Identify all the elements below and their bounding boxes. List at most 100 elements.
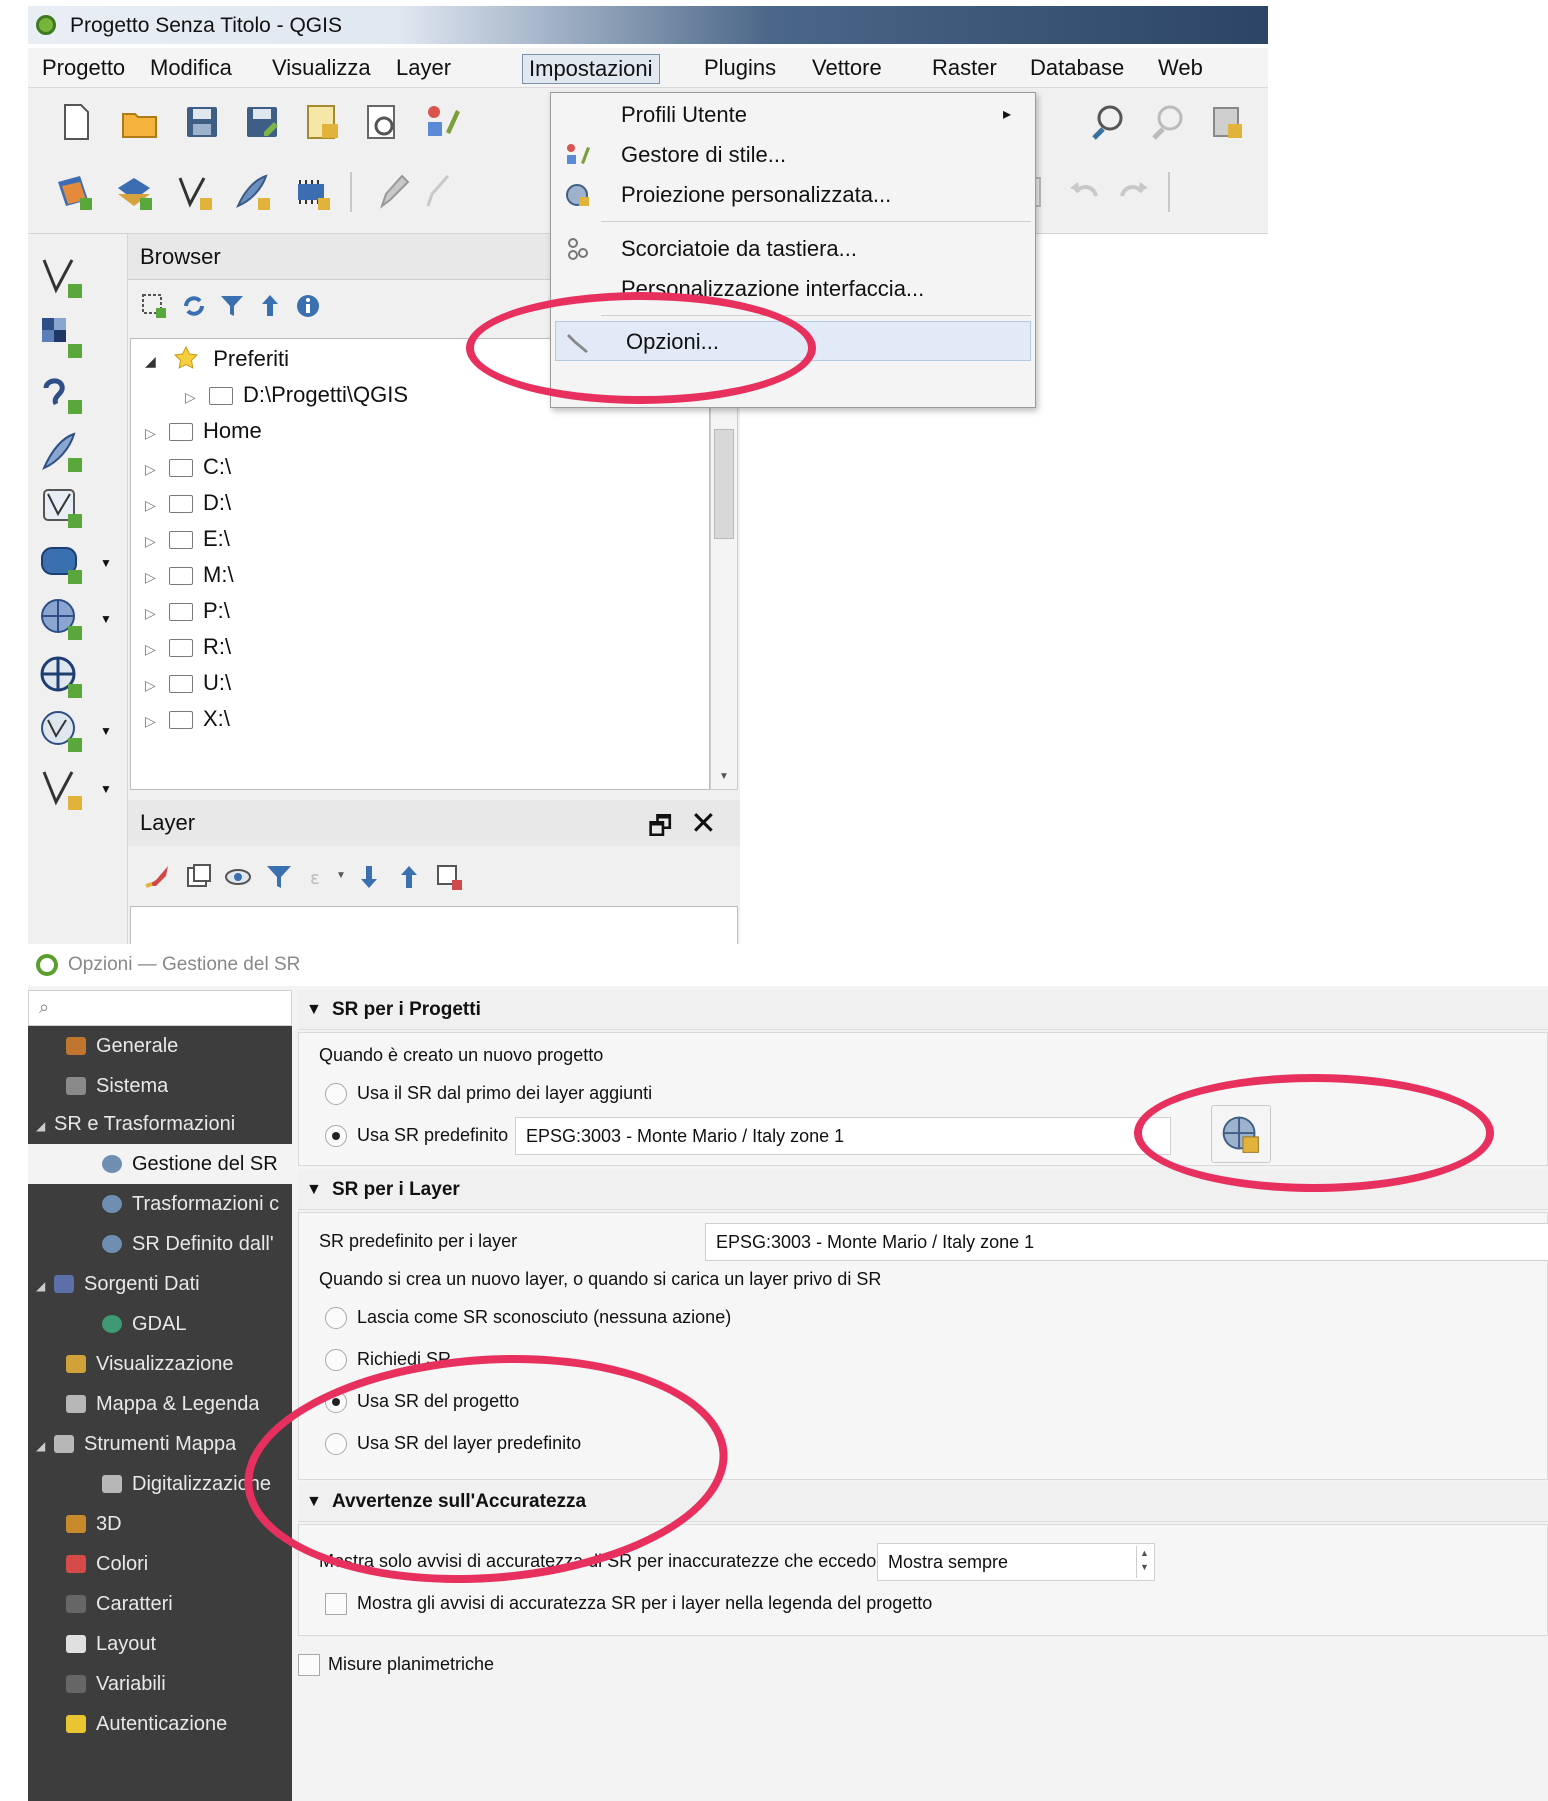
add-delimited-text-icon[interactable] — [232, 172, 272, 212]
menu-progetto[interactable]: Progetto — [36, 54, 131, 84]
close-panel-icon[interactable]: ✕ — [690, 804, 717, 842]
add-spatialite-layer-icon[interactable] — [38, 484, 84, 530]
tree-item-drive[interactable]: ▷ U:\ — [145, 665, 231, 701]
tree-item-favorite-path[interactable]: ▷ D:\Progetti\QGIS — [185, 377, 408, 413]
expanded-arrow-icon[interactable]: ◢ — [36, 1106, 54, 1144]
radio-leave-unknown[interactable] — [325, 1307, 347, 1329]
new-print-layout-icon[interactable] — [302, 102, 342, 142]
layer-tree[interactable] — [130, 906, 738, 946]
sidebar-item-authentication[interactable]: Autenticazione — [66, 1704, 227, 1744]
collapsed-arrow-icon[interactable]: ▷ — [145, 415, 161, 451]
radio-label[interactable]: Usa SR del progetto — [357, 1387, 519, 1415]
project-default-crs-field[interactable]: EPSG:3003 - Monte Mario / Italy zone 1 — [515, 1117, 1171, 1155]
add-delimited-text-layer-icon[interactable] — [38, 428, 84, 474]
radio-label[interactable]: Usa SR del layer predefinito — [357, 1429, 581, 1457]
zoom-to-selection-icon[interactable] — [1090, 102, 1130, 142]
collapsed-arrow-icon[interactable]: ▷ — [145, 487, 161, 523]
add-postgis-layer-icon[interactable] — [38, 540, 84, 586]
scroll-down-arrow-icon[interactable]: ▼ — [719, 771, 729, 782]
menu-item-custom-projection[interactable]: Proiezione personalizzata... — [551, 175, 1035, 215]
layer-default-crs-field[interactable]: EPSG:3003 - Monte Mario / Italy zone 1 — [705, 1223, 1548, 1261]
sidebar-item-user-defined-crs[interactable]: SR Definito dall' — [102, 1224, 274, 1264]
dropdown-arrow-icon[interactable]: ▼ — [100, 724, 112, 738]
tree-item-drive[interactable]: ▷ E:\ — [145, 521, 230, 557]
sidebar-item-rendering[interactable]: Visualizzazione — [66, 1344, 234, 1384]
add-group-icon[interactable] — [184, 862, 214, 892]
sidebar-item-crs-transformations[interactable]: ◢ SR e Trasformazioni — [36, 1104, 235, 1144]
sidebar-item-gdal[interactable]: GDAL — [102, 1304, 186, 1344]
add-wms-layer-icon[interactable] — [38, 596, 84, 642]
zoom-to-layer-icon[interactable] — [1150, 102, 1190, 142]
current-edits-icon[interactable] — [418, 172, 458, 212]
menu-impostazioni[interactable]: Impostazioni — [522, 54, 660, 84]
radio-label[interactable]: Usa il SR dal primo dei layer aggiunti — [357, 1079, 652, 1107]
menu-item-user-profiles[interactable]: Profili Utente ▸ — [551, 95, 1035, 135]
collapsed-arrow-icon[interactable]: ▷ — [145, 523, 161, 559]
expand-all-icon[interactable] — [354, 862, 384, 892]
menu-layer[interactable]: Layer — [390, 54, 457, 84]
sidebar-item-colors[interactable]: Colori — [66, 1544, 148, 1584]
tree-item-drive[interactable]: ▷ M:\ — [145, 557, 234, 593]
expanded-arrow-icon[interactable]: ◢ — [36, 1426, 54, 1464]
dropdown-arrow-icon[interactable]: ▼ — [100, 556, 112, 570]
collapse-arrow-icon[interactable]: ▼ — [306, 1170, 322, 1210]
remove-layer-icon[interactable] — [434, 862, 464, 892]
undo-icon[interactable] — [1064, 172, 1104, 212]
menu-plugins[interactable]: Plugins — [698, 54, 782, 84]
sidebar-item-crs-handling[interactable]: Gestione del SR — [28, 1144, 292, 1184]
radio-first-layer-crs[interactable] — [325, 1083, 347, 1105]
group-header-project-crs[interactable]: ▼ SR per i Progetti — [298, 990, 1548, 1030]
menu-item-style-manager[interactable]: Gestore di stile... — [551, 135, 1035, 175]
menu-item-interface-customization[interactable]: Personalizzazione interfaccia... — [551, 269, 1035, 309]
checkbox-label[interactable]: Misure planimetriche — [328, 1650, 494, 1678]
collapsed-arrow-icon[interactable]: ▷ — [145, 703, 161, 739]
add-wcs-layer-icon[interactable] — [38, 654, 84, 700]
menu-raster[interactable]: Raster — [926, 54, 1003, 84]
radio-use-default-layer-crs[interactable] — [325, 1433, 347, 1455]
sidebar-item-generale[interactable]: Generale — [66, 1026, 178, 1066]
sidebar-item-sistema[interactable]: Sistema — [66, 1066, 168, 1106]
collapse-arrow-icon[interactable]: ▼ — [306, 1482, 322, 1522]
float-panel-icon[interactable]: 🗗 — [648, 808, 672, 852]
sidebar-item-layout[interactable]: Layout — [66, 1624, 156, 1664]
scrollbar-thumb[interactable] — [714, 429, 734, 539]
add-layer-icon[interactable] — [54, 172, 94, 212]
refresh-icon[interactable] — [180, 292, 208, 320]
menu-visualizza[interactable]: Visualizza — [266, 54, 377, 84]
dropdown-arrow-icon[interactable]: ▼ — [100, 612, 112, 626]
add-vector-icon[interactable] — [174, 172, 214, 212]
tree-item-drive[interactable]: ▷ D:\ — [145, 485, 231, 521]
save-as-icon[interactable] — [242, 102, 282, 142]
dropdown-arrow-icon[interactable]: ▼ — [100, 782, 112, 796]
sidebar-item-3d[interactable]: 3D — [66, 1504, 122, 1544]
options-search-input[interactable]: ⌕ — [28, 990, 292, 1026]
add-raster-layer-icon[interactable] — [38, 314, 84, 360]
sidebar-item-variables[interactable]: Variabili — [66, 1664, 166, 1704]
planimetric-measures-checkbox[interactable] — [298, 1654, 320, 1676]
collapsed-arrow-icon[interactable]: ▷ — [145, 451, 161, 487]
menu-modifica[interactable]: Modifica — [144, 54, 238, 84]
tree-item-drive[interactable]: ▷ X:\ — [145, 701, 230, 737]
accuracy-threshold-select[interactable]: Mostra sempre ▲ ▼ — [877, 1543, 1155, 1581]
tree-item-favorites[interactable]: ◢ Preferiti — [145, 341, 289, 377]
collapse-all-icon[interactable] — [394, 862, 424, 892]
menu-web[interactable]: Web — [1152, 54, 1209, 84]
add-raster-icon[interactable] — [114, 172, 154, 212]
add-selected-layers-icon[interactable] — [140, 292, 168, 320]
spin-arrows-icon[interactable]: ▲ ▼ — [1136, 1546, 1152, 1578]
filter-icon[interactable] — [218, 292, 246, 320]
toggle-editing-icon[interactable] — [374, 172, 414, 212]
sidebar-item-fonts[interactable]: Caratteri — [66, 1584, 173, 1624]
add-wfs-layer-icon[interactable] — [38, 708, 84, 754]
add-virtual-layer-icon[interactable] — [292, 172, 332, 212]
collapse-all-icon[interactable] — [256, 292, 284, 320]
collapsed-arrow-icon[interactable]: ▷ — [145, 631, 161, 667]
expanded-arrow-icon[interactable]: ◢ — [145, 343, 161, 379]
radio-label[interactable]: Usa SR predefinito — [357, 1121, 508, 1149]
group-header-accuracy[interactable]: ▼ Avvertenze sull'Accuratezza — [298, 1482, 1548, 1522]
sidebar-item-transformations[interactable]: Trasformazioni c — [102, 1184, 279, 1224]
dropdown-arrow-icon[interactable]: ▼ — [336, 870, 346, 881]
layout-manager-icon[interactable] — [362, 102, 402, 142]
checkbox-label[interactable]: Mostra gli avvisi di accuratezza SR per … — [357, 1589, 932, 1617]
radio-default-crs[interactable] — [325, 1125, 347, 1147]
